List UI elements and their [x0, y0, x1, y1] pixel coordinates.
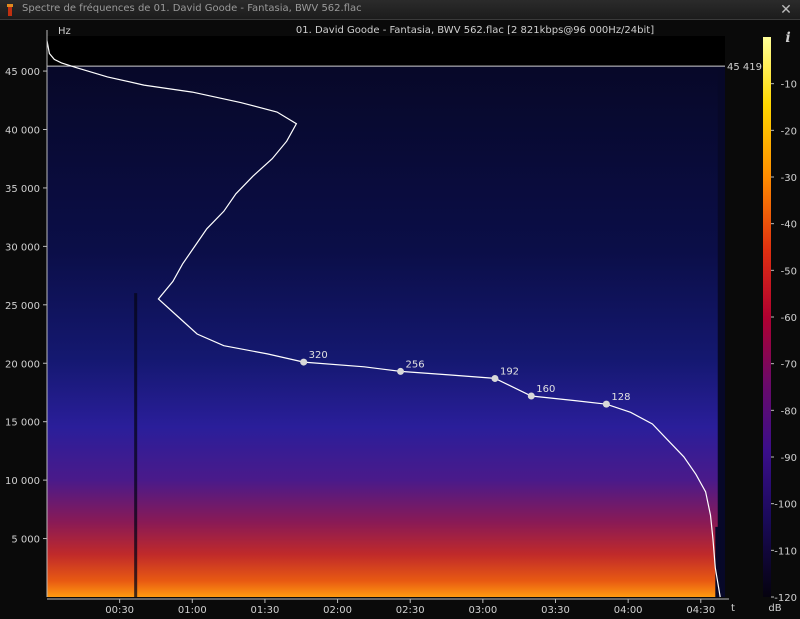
bitrate-marker-dot [602, 400, 610, 408]
colorbar-unit: dB [768, 603, 781, 614]
x-axis-unit: t [731, 603, 735, 614]
y-tick-label: 45 000 [5, 67, 40, 78]
y-axis: 5 000 10 000 15 000 20 000 25 000 30 000 35 00… [5, 30, 48, 597]
y-tick-label: 30 000 [5, 242, 40, 253]
y-tick-label: 35 000 [5, 184, 40, 195]
bitrate-marker-label: 128 [611, 392, 630, 403]
spectral-dropout-band [715, 526, 721, 597]
colorbar-tick-label: -70 [781, 360, 797, 371]
y-tick-label: 25 000 [5, 301, 40, 312]
colorbar-tick-label: -20 [781, 126, 797, 137]
plot-header: 01. David Goode - Fantasia, BWV 562.flac… [296, 25, 654, 36]
info-icon[interactable]: i [781, 30, 795, 46]
x-tick-label: 03:30 [541, 605, 570, 616]
x-axis: 00:30 01:00 01:30 02:00 02:30 03:00 03:30 04:00… [47, 598, 729, 616]
x-tick-label: 02:30 [396, 605, 425, 616]
x-tick-label: 04:00 [614, 605, 643, 616]
x-tick-label: 01:00 [178, 605, 207, 616]
bitrate-marker-dot [491, 374, 499, 382]
colorbar-tick-label: -10 [781, 80, 797, 91]
x-tick-label: 03:00 [468, 605, 497, 616]
bitrate-marker-dot [527, 392, 535, 400]
colorbar-tick-label: -110 [774, 546, 797, 557]
bitrate-marker-dot [300, 358, 308, 366]
y-tick-label: 10 000 [5, 476, 40, 487]
y-tick-label: 15 000 [5, 418, 40, 429]
x-tick-label: 04:30 [686, 605, 715, 616]
bitrate-marker-label: 192 [500, 366, 519, 377]
y-tick-label: 20 000 [5, 359, 40, 370]
spectral-dropout-band [134, 293, 138, 597]
bitrate-marker-label: 320 [309, 350, 328, 361]
colorbar-tick-label: -90 [781, 453, 797, 464]
x-tick-label: 00:30 [105, 605, 134, 616]
spectrogram-heatmap [47, 66, 718, 598]
x-tick-label: 01:30 [251, 605, 280, 616]
x-tick-label: 02:00 [323, 605, 352, 616]
colorbar-ticks: -10-20-30-40-50-60-70-80-90-100-110-120 [771, 80, 797, 604]
colorbar-tick-label: -50 [781, 266, 797, 277]
bitrate-marker-dot [397, 367, 405, 375]
y-tick-label: 40 000 [5, 126, 40, 137]
colorbar-tick-label: -30 [781, 173, 797, 184]
colorbar-tick-label: -40 [781, 220, 797, 231]
cutoff-label: 45 419 [727, 62, 762, 73]
colorbar-tick-label: -80 [781, 406, 797, 417]
cutoff-band [47, 36, 725, 67]
y-axis-unit: Hz [58, 26, 71, 37]
y-tick-label: 5 000 [11, 535, 40, 546]
colorbar-tick-label: -60 [781, 313, 797, 324]
spectrogram-chart: Hz 01. David Goode - Fantasia, BWV 562.f… [5, 25, 797, 616]
bitrate-marker-label: 160 [536, 384, 555, 395]
colorbar-tick-label: -100 [774, 500, 797, 511]
bitrate-marker-label: 256 [406, 359, 425, 370]
colorbar [763, 37, 771, 597]
